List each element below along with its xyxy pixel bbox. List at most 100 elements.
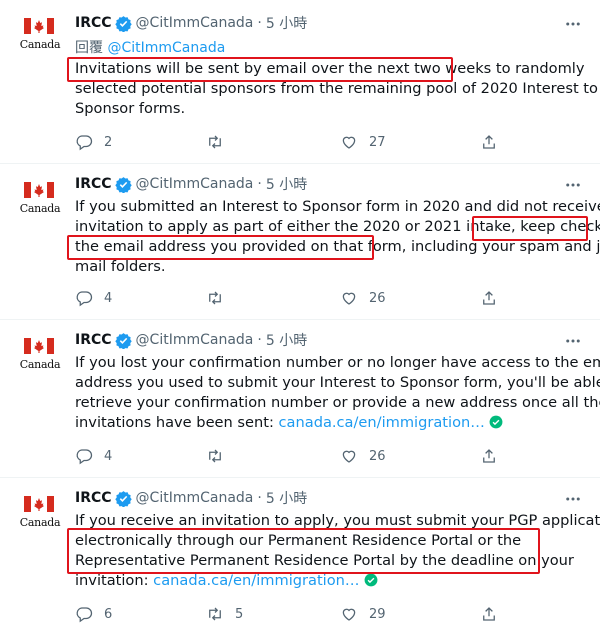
external-link[interactable]: canada.ca/en/immigration… (153, 572, 359, 589)
external-link[interactable]: canada.ca/en/immigration… (279, 414, 485, 431)
tweet-text-line: invitation to apply as part of either th… (75, 218, 600, 235)
like-count: 26 (369, 290, 386, 306)
more-options-icon[interactable] (564, 15, 582, 33)
avatar[interactable]: Canada (16, 336, 64, 384)
tweet-text-line: If you submitted an Interest to Sponsor … (75, 198, 600, 215)
author-handle[interactable]: @CitImmCanada (136, 15, 254, 31)
tweet[interactable]: Canada IRCC @CitImmCanada · 5 小時 If you … (0, 320, 600, 478)
more-options-icon[interactable] (564, 490, 582, 508)
share-button[interactable] (480, 132, 498, 152)
avatar[interactable]: Canada (16, 180, 64, 228)
retweet-count: 5 (235, 606, 244, 622)
separator: · (257, 490, 262, 506)
verified-badge-icon (114, 176, 132, 193)
avatar[interactable]: Canada (16, 494, 64, 542)
heart-icon (342, 136, 356, 149)
tweet-actions: 4 26 (75, 446, 515, 466)
verified-badge-icon (114, 490, 132, 507)
like-button[interactable]: 26 (340, 446, 386, 466)
reply-button[interactable]: 2 (75, 132, 112, 152)
retweet-icon (209, 135, 221, 149)
tweet-text-line: Representative Permanent Residence Porta… (75, 552, 574, 569)
tweet-text: If you receive an invitation to apply, y… (75, 511, 600, 591)
timestamp[interactable]: 5 小時 (266, 330, 307, 350)
like-count: 29 (369, 606, 386, 622)
author-name[interactable]: IRCC (75, 332, 112, 348)
retweet-icon (209, 607, 221, 621)
reply-mention-link[interactable]: @CitImmCanada (107, 40, 225, 56)
reply-prefix: 回覆 (75, 40, 103, 56)
heart-icon (342, 292, 356, 305)
canada-wordmark: Canada (19, 38, 61, 51)
canada-flag-icon (24, 496, 54, 512)
retweet-button[interactable] (206, 288, 235, 308)
author-name[interactable]: IRCC (75, 15, 112, 31)
separator: · (257, 176, 262, 192)
tweet-text-line: mail folders. (75, 258, 166, 275)
reply-icon (76, 449, 93, 465)
reply-icon (76, 607, 93, 623)
share-icon (483, 291, 495, 305)
tweet-text-line: If you receive an invitation to apply, y… (75, 512, 600, 529)
tweet-text: If you submitted an Interest to Sponsor … (75, 197, 600, 277)
tweet-text-line: invitation: canada.ca/en/immigration… (75, 571, 585, 591)
tweet-text-line: address you used to submit your Interest… (75, 374, 600, 391)
author-handle[interactable]: @CitImmCanada (136, 332, 254, 348)
tweet-header: IRCC @CitImmCanada · 5 小時 (75, 174, 307, 194)
tweet-text-line: retrieve your confirmation number or pro… (75, 394, 600, 411)
separator: · (257, 15, 262, 31)
tweet-text-line: Sponsor forms. (75, 100, 186, 117)
retweet-button[interactable]: 5 (206, 604, 243, 624)
more-options-icon[interactable] (564, 176, 582, 194)
reply-button[interactable]: 6 (75, 604, 112, 624)
canada-wordmark: Canada (19, 358, 61, 371)
share-icon (483, 449, 495, 463)
separator: · (257, 332, 262, 348)
author-handle[interactable]: @CitImmCanada (136, 490, 254, 506)
like-button[interactable]: 27 (340, 132, 386, 152)
like-button[interactable]: 26 (340, 288, 386, 308)
tweet-text-line: selected potential sponsors from the rem… (75, 80, 598, 97)
tweet-actions: 6 5 29 (75, 604, 515, 624)
canada-flag-icon (24, 18, 54, 34)
reply-count: 6 (104, 606, 113, 622)
share-icon (483, 135, 495, 149)
timestamp[interactable]: 5 小時 (266, 174, 307, 194)
heart-icon (342, 608, 356, 621)
verified-badge-icon (114, 332, 132, 349)
reply-icon (76, 291, 93, 307)
tweet-actions: 2 27 (75, 132, 515, 152)
avatar[interactable]: Canada (16, 16, 64, 64)
share-button[interactable] (480, 604, 498, 624)
tweet-text: Invitations will be sent by email over t… (75, 59, 598, 119)
tweet-text-line: electronically through our Permanent Res… (75, 532, 522, 549)
tweet[interactable]: Canada IRCC @CitImmCanada · 5 小時 If you … (0, 164, 600, 320)
reply-context: 回覆 @CitImmCanada (75, 37, 225, 57)
tweet-text: If you lost your confirmation number or … (75, 353, 600, 433)
reply-button[interactable]: 4 (75, 288, 112, 308)
timestamp[interactable]: 5 小時 (266, 13, 307, 33)
author-handle[interactable]: @CitImmCanada (136, 176, 254, 192)
more-options-icon[interactable] (564, 332, 582, 350)
retweet-button[interactable] (206, 446, 235, 466)
tweet-text-lead: invitations have been sent: (75, 414, 279, 431)
author-name[interactable]: IRCC (75, 176, 112, 192)
tweet-text-line: If you lost your confirmation number or … (75, 354, 600, 371)
tweet[interactable]: Canada IRCC @CitImmCanada · 5 小時 回覆 @Cit… (0, 0, 600, 164)
tweet-header: IRCC @CitImmCanada · 5 小時 (75, 13, 307, 33)
share-button[interactable] (480, 446, 498, 466)
retweet-icon (209, 449, 221, 463)
reply-count: 2 (104, 134, 113, 150)
reply-button[interactable]: 4 (75, 446, 112, 466)
tweet-text-line: Invitations will be sent by email over t… (75, 60, 585, 77)
timestamp[interactable]: 5 小時 (266, 488, 307, 508)
reply-icon (76, 135, 93, 151)
canada-flag-icon (24, 182, 54, 198)
like-button[interactable]: 29 (340, 604, 386, 624)
share-button[interactable] (480, 288, 498, 308)
retweet-button[interactable] (206, 132, 235, 152)
tweet[interactable]: Canada IRCC @CitImmCanada · 5 小時 If you … (0, 478, 600, 642)
heart-icon (342, 450, 356, 463)
check-circle-icon (364, 573, 377, 587)
author-name[interactable]: IRCC (75, 490, 112, 506)
